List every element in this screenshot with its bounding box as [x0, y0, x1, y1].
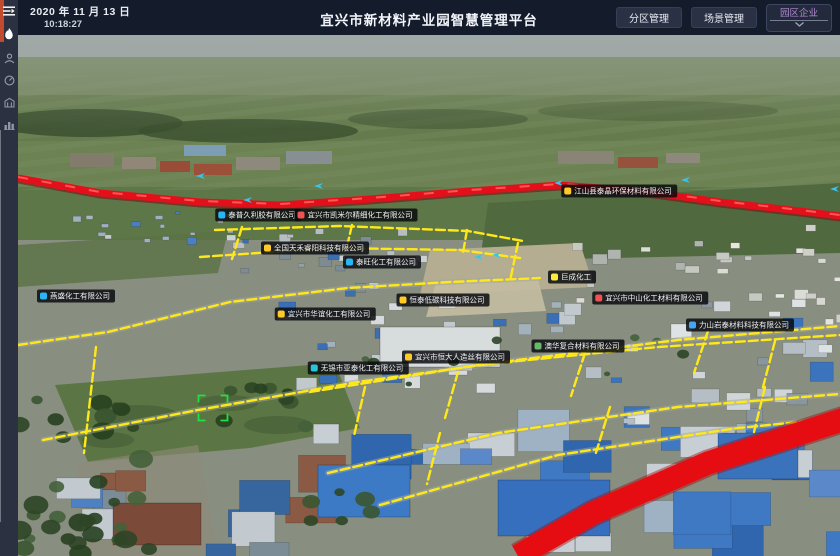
company-label[interactable]: 宜兴市华谊化工有限公司 — [275, 308, 376, 321]
company-marker-icon — [218, 212, 225, 219]
company-label-text: 燕盛化工有限公司 — [50, 292, 110, 301]
company-marker-icon — [595, 295, 602, 302]
factory-icon[interactable] — [0, 92, 18, 112]
enterprise-dropdown-label: 园区企业 — [780, 8, 818, 19]
company-label-text: 宜兴市中山化工材料有限公司 — [605, 294, 703, 303]
bar-chart-icon[interactable] — [0, 114, 18, 134]
company-label[interactable]: 宜兴市中山化工材料有限公司 — [592, 292, 708, 305]
flame-icon[interactable] — [0, 24, 18, 44]
company-label-text: 无锡市亚泰化工有限公司 — [321, 364, 404, 373]
divider — [0, 130, 1, 522]
company-label[interactable]: 巨成化工 — [548, 271, 596, 284]
company-label-text: 泰旺化工有限公司 — [356, 258, 416, 267]
company-label-text: 宜兴市凯米尔精细化工有限公司 — [308, 211, 413, 220]
user-icon[interactable] — [0, 48, 18, 68]
divider — [770, 20, 828, 21]
company-label-text: 恒泰低碳科技有限公司 — [410, 296, 485, 305]
company-marker-icon — [346, 259, 353, 266]
company-marker-icon — [405, 354, 412, 361]
company-label[interactable]: 泰普久利胶有限公司 — [215, 209, 301, 222]
company-labels-layer: 泰普久利胶有限公司 宜兴市凯米尔精细化工有限公司全国天禾睿阳科技有限公司泰旺化工有… — [18, 35, 840, 556]
current-date: 2020 年 11 月 13 日 — [30, 4, 130, 19]
company-label-text: 巨成化工 — [561, 273, 591, 282]
company-label-text: 江山县泰晶环保材料有限公司 — [574, 187, 672, 196]
company-label[interactable]: 宜兴市凯米尔精细化工有限公司 — [295, 209, 418, 222]
chevron-down-icon — [795, 22, 804, 27]
company-marker-icon — [400, 297, 407, 304]
scene-management-button[interactable]: 场景管理 — [691, 7, 757, 28]
page-title: 宜兴市新材料产业园智慧管理平台 — [320, 9, 538, 29]
company-label[interactable]: 力山岩泰材料科技有限公司 — [686, 319, 794, 332]
company-label[interactable]: 澳华复合材料有限公司 — [532, 340, 625, 353]
company-label[interactable]: 泰旺化工有限公司 — [343, 256, 421, 269]
company-label[interactable]: 恒泰低碳科技有限公司 — [397, 294, 490, 307]
company-marker-icon — [40, 293, 47, 300]
company-marker-icon — [564, 188, 571, 195]
company-label[interactable]: 无锡市亚泰化工有限公司 — [308, 362, 409, 375]
company-label[interactable]: 全国天禾睿阳科技有限公司 — [261, 242, 369, 255]
company-marker-icon — [535, 343, 542, 350]
company-marker-icon — [298, 212, 305, 219]
zone-management-button[interactable]: 分区管理 — [616, 7, 682, 28]
left-toolbar — [0, 0, 18, 556]
company-marker-icon — [551, 274, 558, 281]
company-marker-icon — [311, 365, 318, 372]
company-label-text: 宜兴市恒大人造丝有限公司 — [415, 353, 505, 362]
gauge-icon[interactable] — [0, 70, 18, 90]
header-actions: 分区管理 场景管理 园区企业 — [616, 0, 832, 35]
company-label[interactable]: 江山县泰晶环保材料有限公司 — [561, 185, 677, 198]
menu-icon[interactable] — [0, 1, 18, 21]
company-label[interactable]: 宜兴市恒大人造丝有限公司 — [402, 351, 510, 364]
company-label-text: 全国天禾睿阳科技有限公司 — [274, 244, 364, 253]
company-marker-icon — [264, 245, 271, 252]
company-label-text: 宜兴市华谊化工有限公司 — [288, 310, 371, 319]
smart-park-platform: 2020 年 11 月 13 日 10:18:27 宜兴市新材料产业园智慧管理平… — [0, 0, 840, 556]
company-label-text: 泰普久利胶有限公司 — [228, 211, 296, 220]
company-label-text: 澳华复合材料有限公司 — [545, 342, 620, 351]
company-label-text: 力山岩泰材料科技有限公司 — [699, 321, 789, 330]
current-time: 10:18:27 — [44, 19, 82, 30]
map-3d-view[interactable]: 泰普久利胶有限公司 宜兴市凯米尔精细化工有限公司全国天禾睿阳科技有限公司泰旺化工有… — [18, 35, 840, 556]
company-marker-icon — [689, 322, 696, 329]
top-header: 2020 年 11 月 13 日 10:18:27 宜兴市新材料产业园智慧管理平… — [18, 0, 840, 35]
enterprise-dropdown[interactable]: 园区企业 — [766, 4, 832, 32]
company-marker-icon — [278, 311, 285, 318]
company-label[interactable]: 燕盛化工有限公司 — [37, 290, 115, 303]
